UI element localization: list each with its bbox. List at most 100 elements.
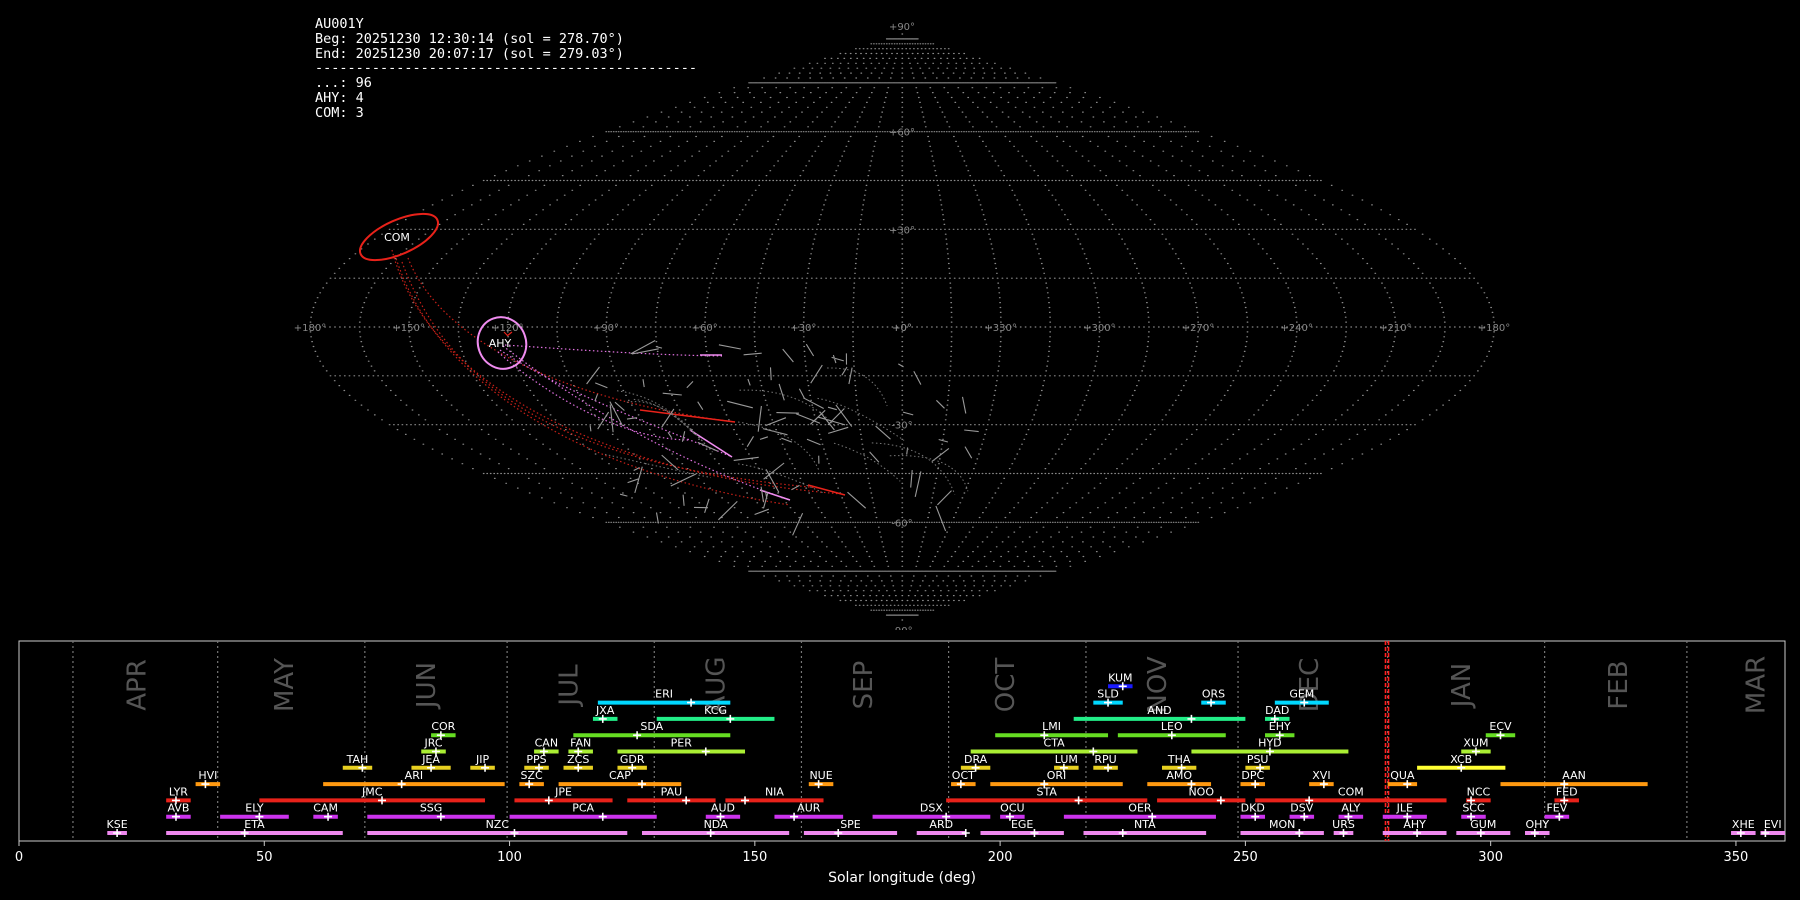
begin-time: Beg: 20251230 12:30:14 (sol = 278.70°) [315,30,624,47]
shower-label: TAH [346,753,369,766]
info-panel: AU001Y Beg: 20251230 12:30:14 (sol = 278.… [315,17,697,121]
shower-label: ECV [1489,720,1512,733]
shower-label: RPU [1094,753,1116,766]
com-meteor [807,484,846,496]
ahy-trail [499,349,731,457]
shower-label: XCB [1450,753,1472,766]
shower-label: ARI [405,769,423,782]
shower-dkd: DKD [1240,802,1266,821]
shower-peak-marker [1187,714,1196,723]
shower-peak-marker [682,796,691,805]
shower-peak-marker [1118,829,1127,837]
shower-avb: AVB [166,802,191,821]
shower-jip: JIP [470,753,495,772]
x-tick-label: 0 [15,850,23,865]
latitude-label: +90° [889,22,915,33]
x-axis-label: Solar longitude (deg) [828,870,976,886]
shower-label: COR [431,720,455,733]
shower-kcg: KCG [656,704,775,723]
shower-label: LMI [1042,720,1061,733]
shower-aur: AUR [774,802,844,821]
shower-label: DSV [1290,802,1313,815]
ahy-meteor [759,489,791,501]
shower-label: JRC [424,737,443,750]
longitude-label: +240° [1280,323,1312,334]
shower-ohy: OHY [1525,818,1550,837]
shower-nzc: NZC [367,818,628,837]
shower-cam: CAM [313,802,338,821]
shower-label: URS [1332,818,1355,831]
shower-label: AMO [1166,769,1192,782]
shower-label: PAU [661,785,683,798]
shower-rpu: RPU [1093,753,1118,772]
shower-label: GDR [620,753,645,766]
shower-label: COM [1338,785,1364,798]
shower-radiant-circles: COM AHY [359,212,528,370]
shower-spe: SPE [803,818,898,837]
shower-label: SLD [1097,688,1119,701]
shower-label: AUR [797,802,821,815]
shower-label: PSU [1247,753,1269,766]
shower-label: NOO [1188,785,1214,798]
count-code: COM [315,104,340,121]
shower-label: FEV [1546,802,1567,815]
longitude-label: +270° [1182,323,1214,334]
shower-peak-marker [726,714,735,723]
shower-peak-marker [701,747,710,756]
longitude-label: +330° [984,323,1016,334]
shower-ege: EGE [980,818,1064,837]
com-trail [401,261,821,489]
count-value: 3 [355,104,364,121]
shower-label: ETA [244,818,265,831]
shower-tah: TAH [342,753,373,772]
shower-ahy: AHY [1382,818,1447,837]
shower-label: DSX [920,802,943,815]
shower-ssg: SSG [367,802,495,821]
x-axis: 0 50 100 150 200 250 300 350 [15,841,1748,865]
shower-ors: ORS [1201,688,1226,707]
longitude-label: +180° [294,323,326,334]
shower-evi: EVI [1760,818,1785,837]
latitude-label: +30° [889,225,915,236]
x-tick-label: 350 [1724,850,1749,865]
month-label: MAR [1742,656,1772,714]
longitude-label: +0° [892,323,912,334]
shower-bars: KUM ERI SLD ORS GEM JXA KCG AND DAD COR SDA LMI LEO E… [107,671,1785,837]
shower-xcb: XCB [1417,753,1506,772]
shower-label: ERI [655,688,673,701]
shower-ecv: ECV [1485,720,1516,740]
shower-label: CTA [1044,737,1066,750]
shower-peak-marker [598,812,607,821]
shower-ari: ARI [323,769,505,789]
longitude-label: +150° [392,323,424,334]
longitude-label: +180° [1478,323,1510,334]
shower-oct: OCT [951,769,976,789]
separator-line: ----------------------------------------… [315,60,698,77]
shower-label: ELY [245,802,264,815]
shower-label: NIA [765,785,784,798]
shower-label: ALY [1341,802,1360,815]
com-trail [407,257,736,423]
shower-label: THA [1167,753,1191,766]
shower-peak-marker [687,698,696,707]
shower-label: LUM [1055,753,1078,766]
longitude-label: +120° [491,323,523,334]
shower-label: DPC [1241,769,1264,782]
shower-and: AND [1073,704,1246,723]
count-row: COM: 3 [315,104,364,121]
shower-urs: URS [1332,818,1355,837]
shower-xvi: XVI [1309,769,1334,789]
shower-kse: KSE [107,818,128,837]
shower-label: JXA [595,704,615,717]
shower-label: JEA [421,753,440,766]
shower-label: AAN [1562,769,1586,782]
sky-map: COMAHY +90°+60°+30°+0°-30°-60°-90°+180°+… [294,22,1510,630]
shower-label: EHY [1269,720,1291,733]
latitude-label: -30° [891,421,912,432]
com-radiant-label: COM [384,231,410,244]
shower-label: DRA [964,753,988,766]
shower-label: OER [1128,802,1152,815]
month-label: APR [123,659,153,711]
shower-label: EGE [1011,818,1033,831]
ahy-trail [497,351,691,441]
